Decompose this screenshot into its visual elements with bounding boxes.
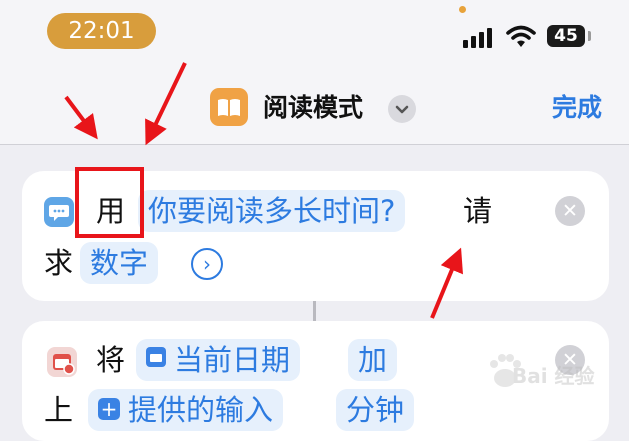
wifi-icon [506,24,536,48]
prompt-token[interactable]: 你要阅读多长时间? [138,190,406,232]
book-icon [210,88,248,126]
baidu-paw-icon: Bai 经验 [484,350,604,394]
cellular-signal-icon [463,26,497,48]
provided-input-label: 提供的输入 [128,393,274,427]
date-icon [47,347,77,377]
current-date-token[interactable]: 当前日期 [136,339,301,381]
provided-input-token[interactable]: + 提供的输入 [88,389,284,431]
shortcut-title[interactable]: 阅读模式 [263,88,363,128]
done-button[interactable]: 完成 [552,88,602,128]
unit-token[interactable]: 分钟 [336,389,415,431]
nav-divider [0,144,629,145]
word-qiu: 求 [44,246,74,280]
status-time: 22:01 [47,13,156,49]
word-up: 上 [44,393,74,427]
calendar-icon [146,347,166,367]
plus-icon: + [98,398,120,420]
word-jiang: 将 [96,343,126,377]
word-request: 请 [463,194,493,228]
chevron-right-circle-icon[interactable]: › [191,248,223,280]
operation-token[interactable]: 加 [348,339,398,381]
input-type-token[interactable]: 数字 [80,242,159,284]
battery-cap [588,31,591,41]
chevron-down-icon[interactable] [388,95,416,123]
privacy-indicator-dot [459,6,466,13]
current-date-label: 当前日期 [174,343,291,377]
battery-icon: 45 [547,25,585,47]
close-icon[interactable]: ✕ [555,196,585,226]
action-connector [313,301,316,321]
watermark-text: Bai 经验 [512,364,595,388]
ask-input-icon [44,197,74,227]
annotation-highlight-box [75,167,144,238]
